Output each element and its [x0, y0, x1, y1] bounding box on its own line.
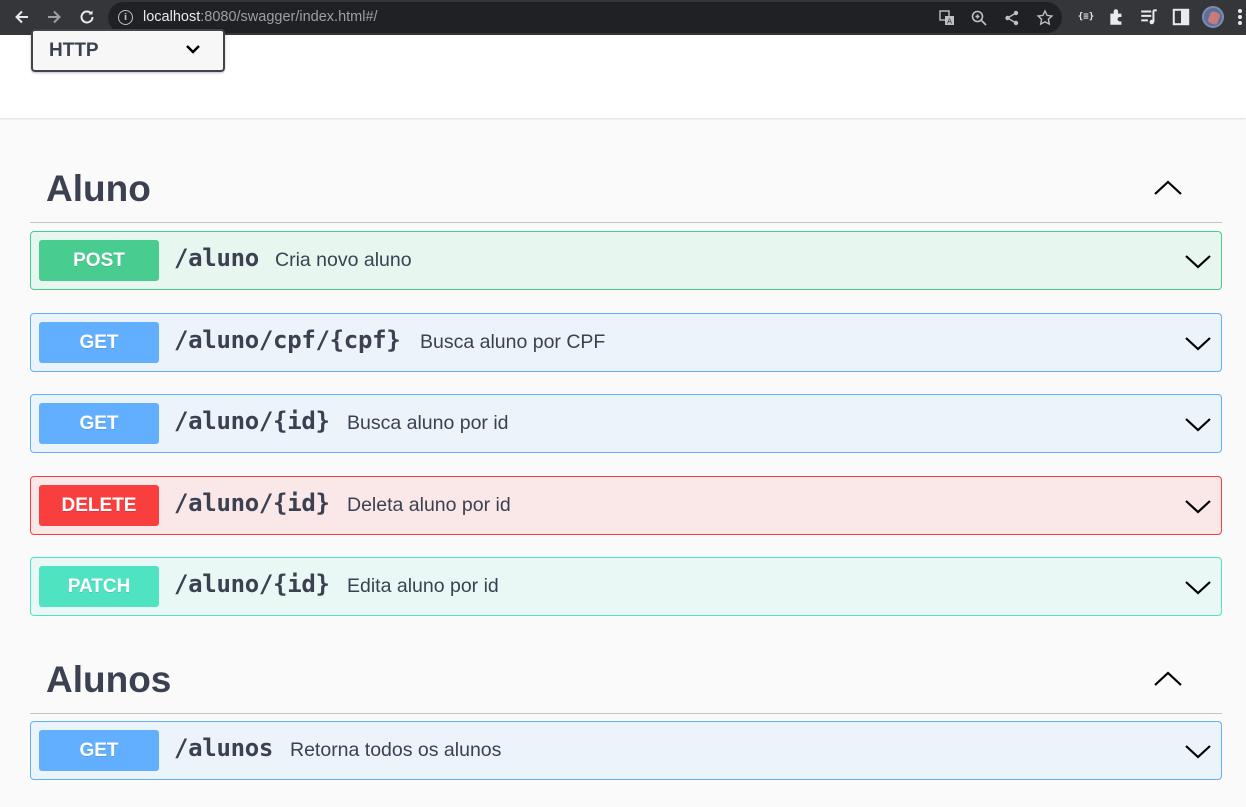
- address-bar[interactable]: i localhost:8080/swagger/index.html#/ A: [108, 2, 1062, 33]
- operation-delete-aluno-id[interactable]: DELETE /aluno/{id} Deleta aluno por id: [30, 476, 1222, 535]
- method-badge: DELETE: [39, 485, 159, 526]
- operation-summary: Retorna todos os alunos: [290, 739, 502, 761]
- operation-path: /aluno/{id}: [174, 489, 330, 517]
- operation-summary: Edita aluno por id: [347, 575, 499, 597]
- browser-menu-icon[interactable]: [1238, 9, 1242, 25]
- translate-icon[interactable]: A: [938, 9, 956, 27]
- operation-get-aluno-id[interactable]: GET /aluno/{id} Busca aluno por id: [30, 394, 1222, 453]
- json-viewer-extension-icon[interactable]: {≡}: [1076, 7, 1096, 27]
- chevron-down-icon[interactable]: [1183, 496, 1213, 516]
- operation-path: /aluno/{id}: [174, 407, 330, 435]
- method-badge: GET: [39, 322, 159, 363]
- chevron-down-icon[interactable]: [1183, 333, 1213, 353]
- operation-summary: Busca aluno por id: [347, 412, 509, 434]
- operation-patch-aluno-id[interactable]: PATCH /aluno/{id} Edita aluno por id: [30, 557, 1222, 616]
- operation-summary: Cria novo aluno: [275, 249, 412, 271]
- share-icon[interactable]: [1003, 9, 1021, 27]
- site-info-icon[interactable]: i: [118, 10, 133, 25]
- scheme-select-value: HTTP: [49, 40, 99, 61]
- svg-text:A: A: [947, 18, 952, 26]
- tag-title: Alunos: [46, 659, 172, 700]
- media-playlist-icon[interactable]: [1139, 7, 1159, 27]
- operation-path: /aluno: [174, 244, 259, 272]
- method-badge: GET: [39, 730, 159, 771]
- url-text[interactable]: localhost:8080/swagger/index.html#/: [143, 9, 378, 25]
- chevron-down-icon[interactable]: [1183, 577, 1213, 597]
- operation-path: /alunos: [174, 734, 274, 762]
- scheme-select[interactable]: HTTP: [31, 29, 225, 72]
- method-badge: GET: [39, 403, 159, 444]
- operation-summary: Deleta aluno por id: [347, 494, 511, 516]
- operation-get-alunos[interactable]: GET /alunos Retorna todos os alunos: [30, 721, 1222, 780]
- method-badge: PATCH: [39, 566, 159, 607]
- operation-path: /aluno/{id}: [174, 570, 330, 598]
- extensions-puzzle-icon[interactable]: [1107, 7, 1127, 27]
- operation-path: /aluno/cpf/{cpf}: [174, 326, 401, 354]
- chevron-down-icon[interactable]: [1183, 251, 1213, 271]
- chevron-down-icon: [186, 45, 200, 54]
- zoom-icon[interactable]: [970, 9, 988, 27]
- tag-section-alunos[interactable]: Alunos: [30, 648, 1222, 714]
- scheme-container: HTTP: [0, 29, 1246, 118]
- tag-section-aluno[interactable]: Aluno: [30, 157, 1222, 223]
- bookmark-star-icon[interactable]: [1036, 9, 1054, 27]
- operation-get-aluno-cpf[interactable]: GET /aluno/cpf/{cpf} Busca aluno por CPF: [30, 313, 1222, 372]
- method-badge: POST: [39, 240, 159, 281]
- reload-icon[interactable]: [76, 6, 98, 28]
- tag-title: Aluno: [46, 168, 151, 209]
- chevron-up-icon[interactable]: [1152, 666, 1184, 690]
- chevron-down-icon[interactable]: [1183, 741, 1213, 761]
- side-panel-icon[interactable]: [1171, 7, 1191, 27]
- operation-post-aluno[interactable]: POST /aluno Cria novo aluno: [30, 231, 1222, 290]
- profile-avatar[interactable]: [1202, 6, 1224, 28]
- operation-summary: Busca aluno por CPF: [420, 331, 606, 353]
- chevron-up-icon[interactable]: [1152, 175, 1184, 199]
- back-arrow-icon[interactable]: [11, 6, 33, 28]
- forward-arrow-icon[interactable]: [43, 6, 65, 28]
- chevron-down-icon[interactable]: [1183, 414, 1213, 434]
